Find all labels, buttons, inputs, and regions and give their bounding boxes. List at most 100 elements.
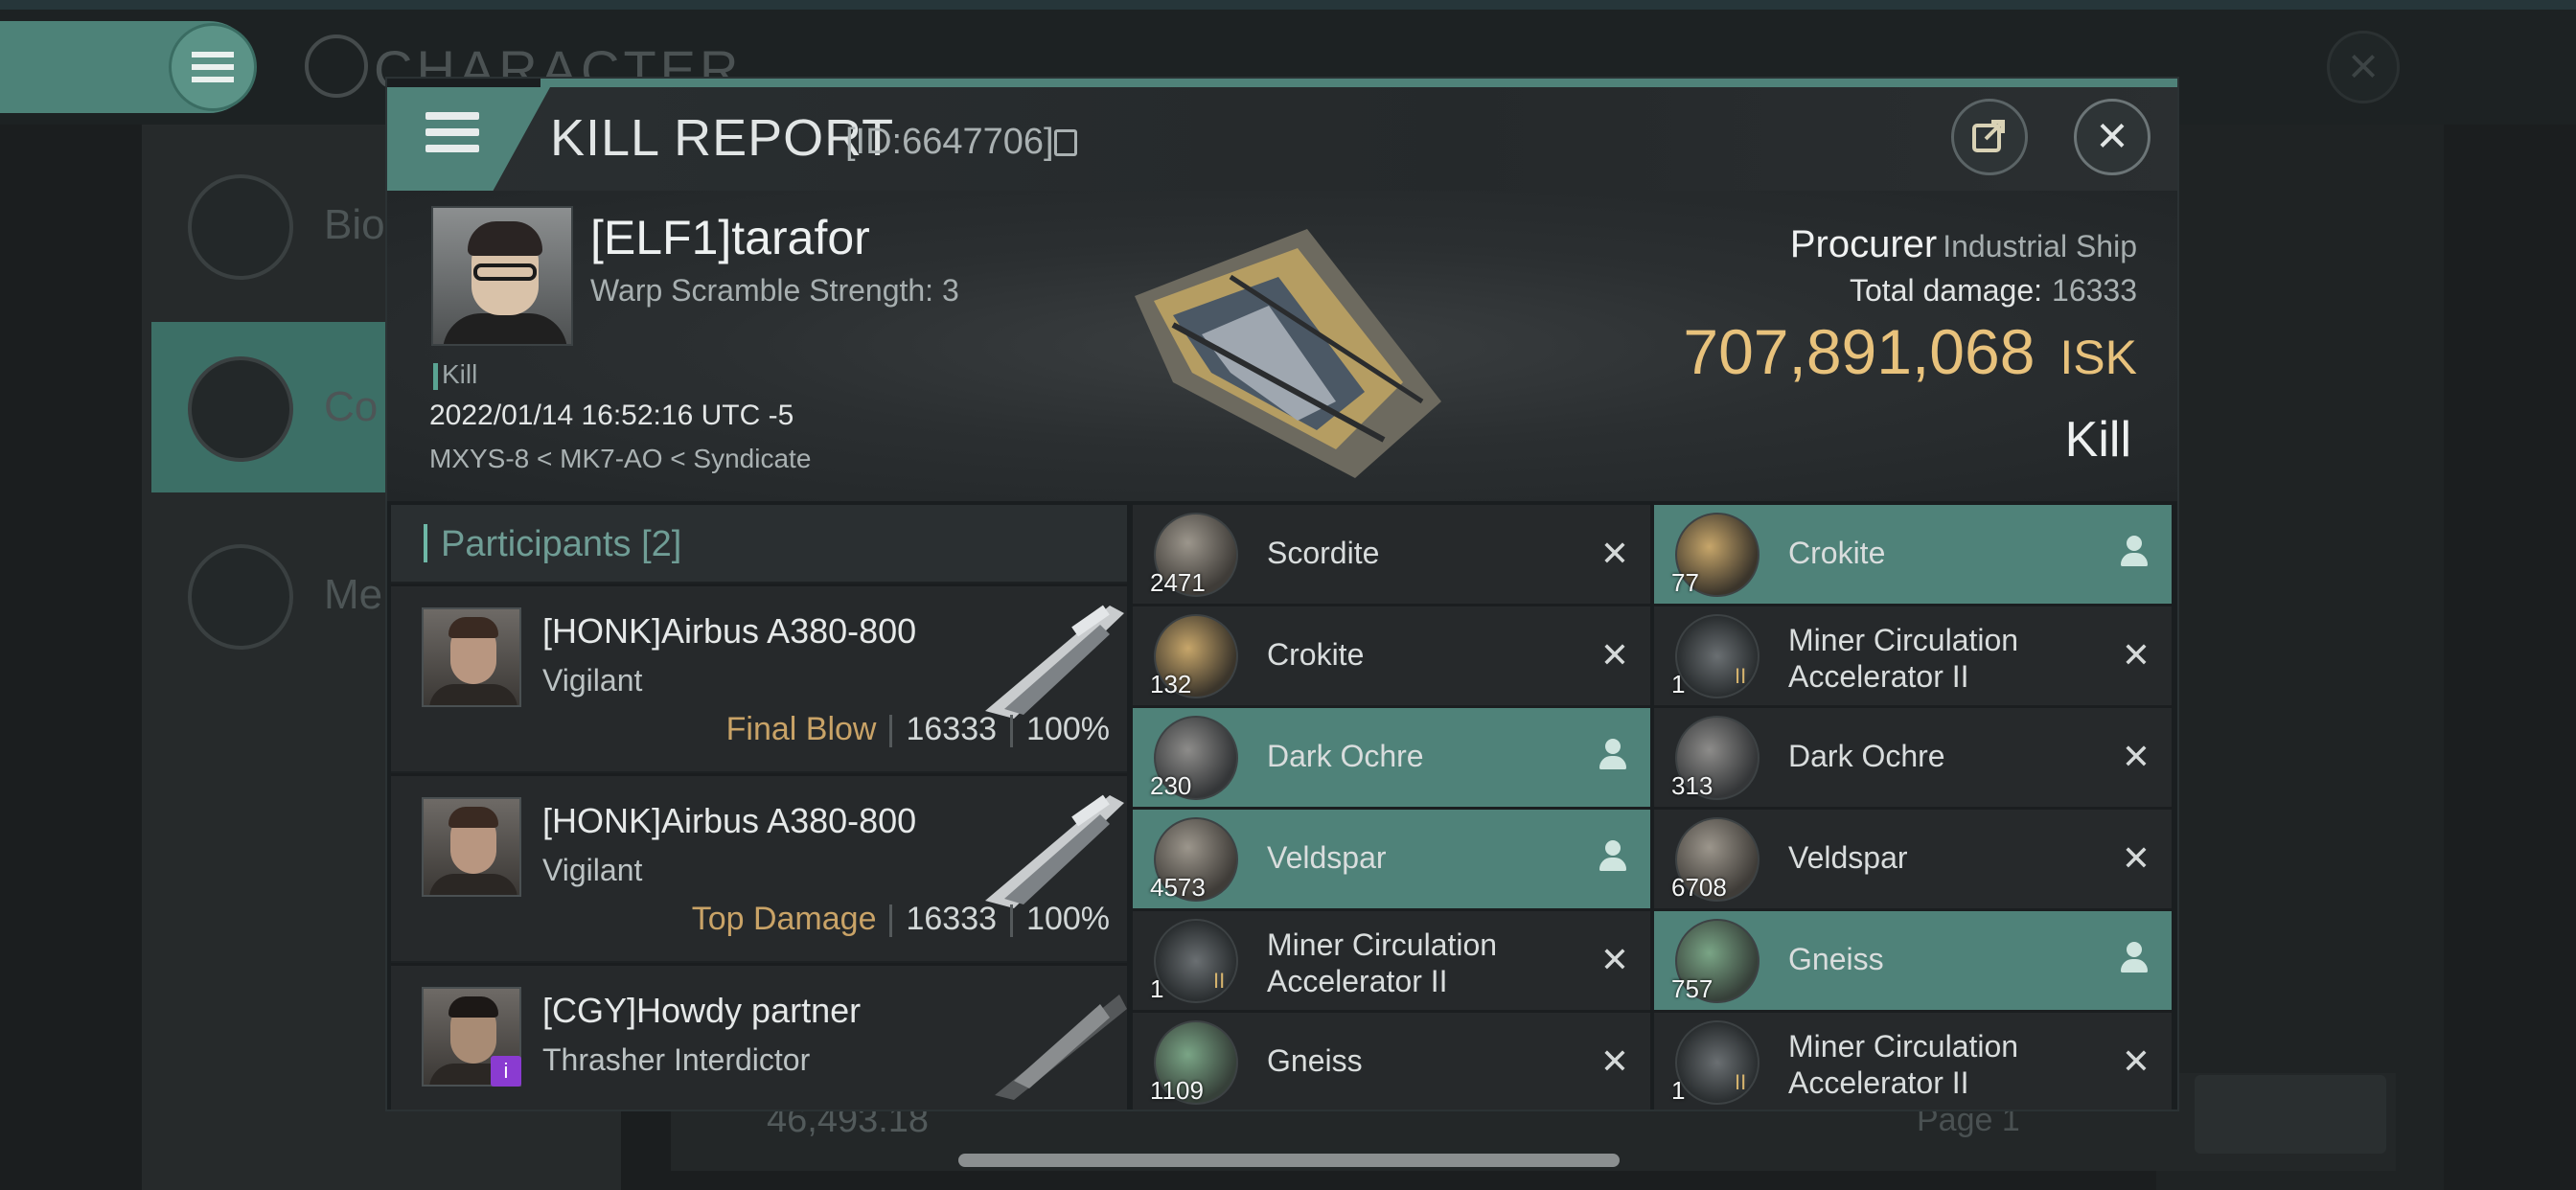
isk-unit: ISK	[2059, 331, 2137, 384]
vigilant-ship-icon	[985, 794, 1124, 908]
item-row[interactable]: 757 Gneiss	[1654, 911, 2172, 1013]
participant-name: [CGY]Howdy partner	[542, 991, 862, 1030]
dropped-items-grid: 2471 Scordite ✕ 132 Crokite ✕ 230 Dark O…	[1133, 505, 2177, 1110]
share-icon	[1972, 120, 2005, 152]
item-qty: 132	[1150, 670, 1192, 698]
item-qty: 1	[1671, 1076, 1686, 1105]
item-row[interactable]: II 1 Miner Circulation Accelerator II ✕	[1133, 911, 1650, 1013]
top-damage-tag: Top Damage	[691, 901, 877, 937]
item-qty: 230	[1150, 771, 1192, 800]
destroyed-icon: ✕	[2121, 838, 2150, 878]
participant-row[interactable]: i [CGY]Howdy partner Thrasher Interdicto…	[391, 963, 1127, 1110]
info-badge-icon: i	[491, 1056, 521, 1087]
participant-row[interactable]: [HONK]Airbus A380-800 Vigilant Top Damag…	[391, 773, 1127, 961]
sidebar-item-label: Bio	[324, 201, 385, 248]
dropped-person-icon	[1597, 739, 1629, 777]
dropped-person-icon	[2118, 536, 2150, 574]
item-row[interactable]: 313 Dark Ochre ✕	[1654, 708, 2172, 810]
participant-ship: Vigilant	[542, 853, 643, 887]
menu-button[interactable]	[387, 87, 550, 191]
sidebar-item-label: Co	[324, 383, 379, 430]
item-name: Crokite	[1788, 536, 1886, 570]
destroyed-icon: ✕	[1599, 635, 1629, 675]
item-row[interactable]: II 1 Miner Circulation Accelerator II ✕	[1654, 1013, 2172, 1110]
kill-report-title: KILL REPORT	[550, 109, 895, 167]
item-qty: 6708	[1671, 873, 1727, 902]
participant-percent: 100%	[1026, 901, 1110, 937]
participant-name: [HONK]Airbus A380-800	[542, 801, 917, 840]
item-qty: 313	[1671, 771, 1714, 800]
ship-type: Procurer	[1789, 223, 1938, 265]
item-row[interactable]: II 1 Miner Circulation Accelerator II ✕	[1654, 606, 2172, 708]
modal-accent-line	[540, 79, 2177, 87]
item-name: Gneiss	[1788, 942, 1884, 976]
avatar[interactable]	[422, 607, 521, 707]
total-damage: Total damage: 16333	[1850, 273, 2137, 309]
tier-two-icon: II	[1735, 1070, 1747, 1094]
participant-row[interactable]: [HONK]Airbus A380-800 Vigilant Final Blo…	[391, 584, 1127, 771]
ship-name[interactable]: Procurer Industrial Ship	[1790, 223, 2137, 266]
item-qty: 4573	[1150, 873, 1206, 902]
vigilant-ship-icon	[985, 605, 1124, 719]
participant-name: [HONK]Airbus A380-800	[542, 611, 917, 651]
participants-header: Participants [2]	[391, 505, 1127, 582]
participant-stats: Top Damage 16333 100%	[692, 901, 1110, 938]
item-row[interactable]: 6708 Veldspar ✕	[1654, 810, 2172, 911]
kill-tag-label: Kill	[442, 359, 478, 389]
home-indicator[interactable]	[958, 1154, 1620, 1167]
kill-tag: Kill	[433, 359, 477, 390]
kill-report-modal: KILL REPORT [ID:6647706] × [ELF1]tarafor…	[385, 77, 2179, 1111]
hamburger-icon	[426, 112, 479, 158]
destroyed-icon: ✕	[2121, 1041, 2150, 1081]
item-name: Veldspar	[1788, 840, 1908, 875]
item-qty: 1109	[1150, 1076, 1204, 1105]
participant-damage: 16333	[906, 901, 998, 937]
item-qty: 2471	[1150, 568, 1206, 597]
star-icon	[188, 544, 293, 650]
participant-stats: Final Blow 16333 100%	[726, 711, 1110, 748]
participant-damage: 16333	[906, 711, 998, 747]
destroyed-icon: ✕	[2121, 737, 2150, 776]
destroyed-icon: ✕	[1599, 1041, 1629, 1081]
share-button[interactable]	[1951, 99, 2028, 175]
thrasher-ship-icon	[995, 995, 1127, 1100]
victim-avatar[interactable]	[431, 206, 573, 346]
isk-value: 707,891,068 ISK	[1683, 315, 2137, 388]
victim-name[interactable]: [ELF1]tarafor	[590, 210, 870, 265]
kill-datetime: 2022/01/14 16:52:16 UTC -5	[429, 400, 794, 431]
item-row[interactable]: 77 Crokite	[1654, 505, 2172, 606]
item-qty: 757	[1671, 974, 1714, 1003]
item-row[interactable]: 4573 Veldspar	[1133, 810, 1650, 911]
dropped-person-icon	[1597, 840, 1629, 879]
bg-menu-button[interactable]	[169, 23, 257, 111]
total-damage-value: 16333	[2052, 273, 2137, 308]
item-row[interactable]: 1109 Gneiss ✕	[1133, 1013, 1650, 1110]
item-row[interactable]: 230 Dark Ochre	[1133, 708, 1650, 810]
bg-close-button[interactable]: ×	[2327, 31, 2400, 103]
participant-percent: 100%	[1026, 711, 1110, 747]
kill-location[interactable]: MXYS-8 < MK7-AO < Syndicate	[429, 444, 811, 474]
victim-subtitle: Warp Scramble Strength: 3	[590, 273, 959, 308]
hamburger-icon	[192, 52, 234, 82]
ship-image[interactable]	[1116, 210, 1460, 488]
modal-header: KILL REPORT [ID:6647706] ×	[387, 87, 2177, 191]
close-button[interactable]: ×	[2074, 99, 2150, 175]
destroyed-icon: ✕	[1599, 940, 1629, 979]
item-qty: 1	[1150, 974, 1164, 1003]
result-label: Kill	[2064, 412, 2131, 468]
item-name: Miner Circulation Accelerator II	[1267, 927, 1498, 998]
kill-report-id: [ID:6647706]	[845, 122, 1054, 162]
filter-button[interactable]	[2195, 1075, 2386, 1154]
avatar[interactable]	[422, 797, 521, 897]
copy-icon[interactable]	[1054, 129, 1077, 156]
character-icon	[305, 34, 368, 98]
dropped-person-icon	[2118, 942, 2150, 980]
tier-two-icon: II	[1735, 664, 1747, 688]
bg-right-panel	[2156, 125, 2444, 1190]
sidebar-item-label: Me	[324, 571, 383, 618]
item-name: Veldspar	[1267, 840, 1387, 875]
module-icon	[1675, 614, 1760, 698]
item-row[interactable]: 132 Crokite ✕	[1133, 606, 1650, 708]
item-row[interactable]: 2471 Scordite ✕	[1133, 505, 1650, 606]
victim-panel: [ELF1]tarafor Warp Scramble Strength: 3 …	[387, 191, 2177, 501]
